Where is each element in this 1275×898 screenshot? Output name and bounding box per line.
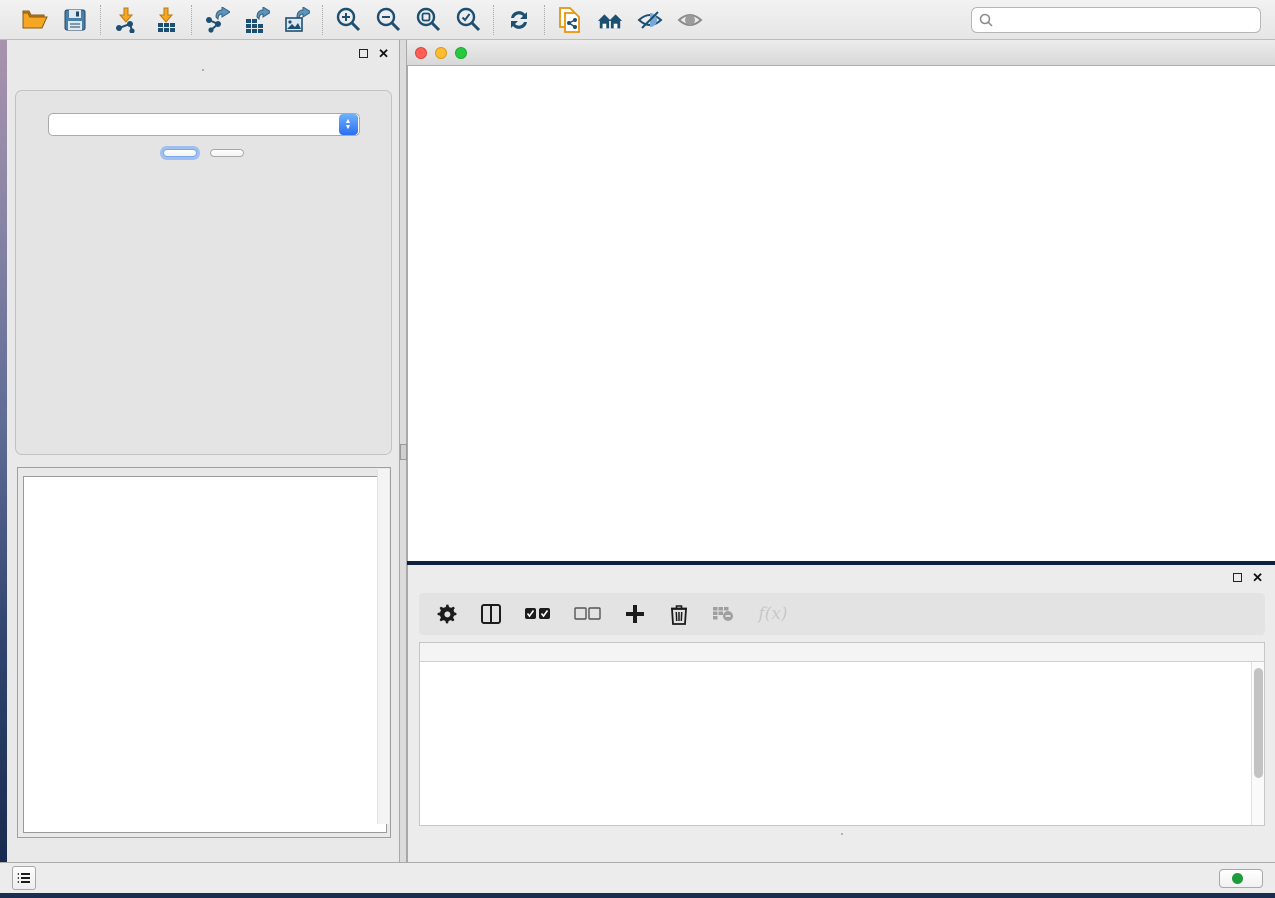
search-icon [979,13,993,27]
show-columns-icon[interactable] [479,602,503,626]
network-canvas[interactable] [407,66,1275,561]
mcds-tab-panel: ▲▼ [15,90,392,455]
import-table-icon[interactable] [153,7,179,33]
table-panel: ✕ f(x) [407,565,1275,862]
delete-table-icon[interactable] [711,602,735,626]
list-icon [17,872,31,884]
zoom-out-icon[interactable] [375,7,401,33]
panel-splitter[interactable] [400,40,407,862]
open-file-icon[interactable] [22,7,48,33]
delete-column-icon[interactable] [667,602,691,626]
desktop-background [0,893,1275,898]
table-body [420,662,1251,825]
network-window [407,40,1275,565]
control-panel: ✕ ▲▼ [7,40,400,862]
maximize-window-icon[interactable] [455,47,467,59]
network-manager-icon[interactable] [597,7,623,33]
export-table-icon[interactable] [244,7,270,33]
zoom-in-icon[interactable] [335,7,361,33]
desktop-background [0,40,7,893]
close-panel-icon[interactable]: ✕ [1252,573,1263,582]
select-all-icon[interactable] [523,602,553,626]
table-tabbar [841,833,843,835]
table-options-icon[interactable] [435,602,459,626]
deselect-all-icon[interactable] [573,602,603,626]
optimization-criterion-select[interactable]: ▲▼ [48,113,360,136]
import-network-icon[interactable] [113,7,139,33]
scrollbar-thumb[interactable] [1254,668,1263,778]
show-panel-icon[interactable] [677,7,703,33]
run-mcds-button[interactable] [163,149,197,157]
minimize-window-icon[interactable] [435,47,447,59]
memory-status-icon [1232,873,1243,884]
mcds-result-group [17,467,391,838]
splitter-grip[interactable] [400,444,407,460]
close-window-icon[interactable] [415,47,427,59]
export-network-icon[interactable] [204,7,230,33]
main-toolbar [0,0,1275,40]
mcds-list-scrollbar[interactable] [377,469,389,824]
mcds-result-list[interactable] [23,476,387,833]
zoom-selected-icon[interactable] [455,7,481,33]
hide-panel-icon[interactable] [637,7,663,33]
duplicate-network-icon[interactable] [557,7,583,33]
chevron-updown-icon: ▲▼ [339,114,358,135]
close-panel-button[interactable] [210,149,244,157]
status-bar [0,862,1275,893]
close-panel-icon[interactable]: ✕ [378,49,389,58]
add-column-icon[interactable] [623,602,647,626]
table-header-row [420,643,1264,662]
task-history-button[interactable] [12,866,36,890]
zoom-fit-icon[interactable] [415,7,441,33]
function-builder-icon[interactable]: f(x) [755,602,791,626]
network-window-titlebar[interactable] [407,40,1275,66]
memory-button[interactable] [1219,869,1263,888]
control-panel-tabbar [202,69,204,71]
float-panel-icon[interactable] [1233,573,1242,582]
search-input[interactable] [993,13,1253,27]
table-toolbar: f(x) [419,593,1265,635]
float-panel-icon[interactable] [359,49,368,58]
export-image-icon[interactable] [284,7,310,33]
node-table [419,642,1265,826]
refresh-layout-icon[interactable] [506,7,532,33]
toolbar-search [971,7,1261,33]
table-vertical-scrollbar[interactable] [1251,662,1264,825]
save-session-icon[interactable] [62,7,88,33]
